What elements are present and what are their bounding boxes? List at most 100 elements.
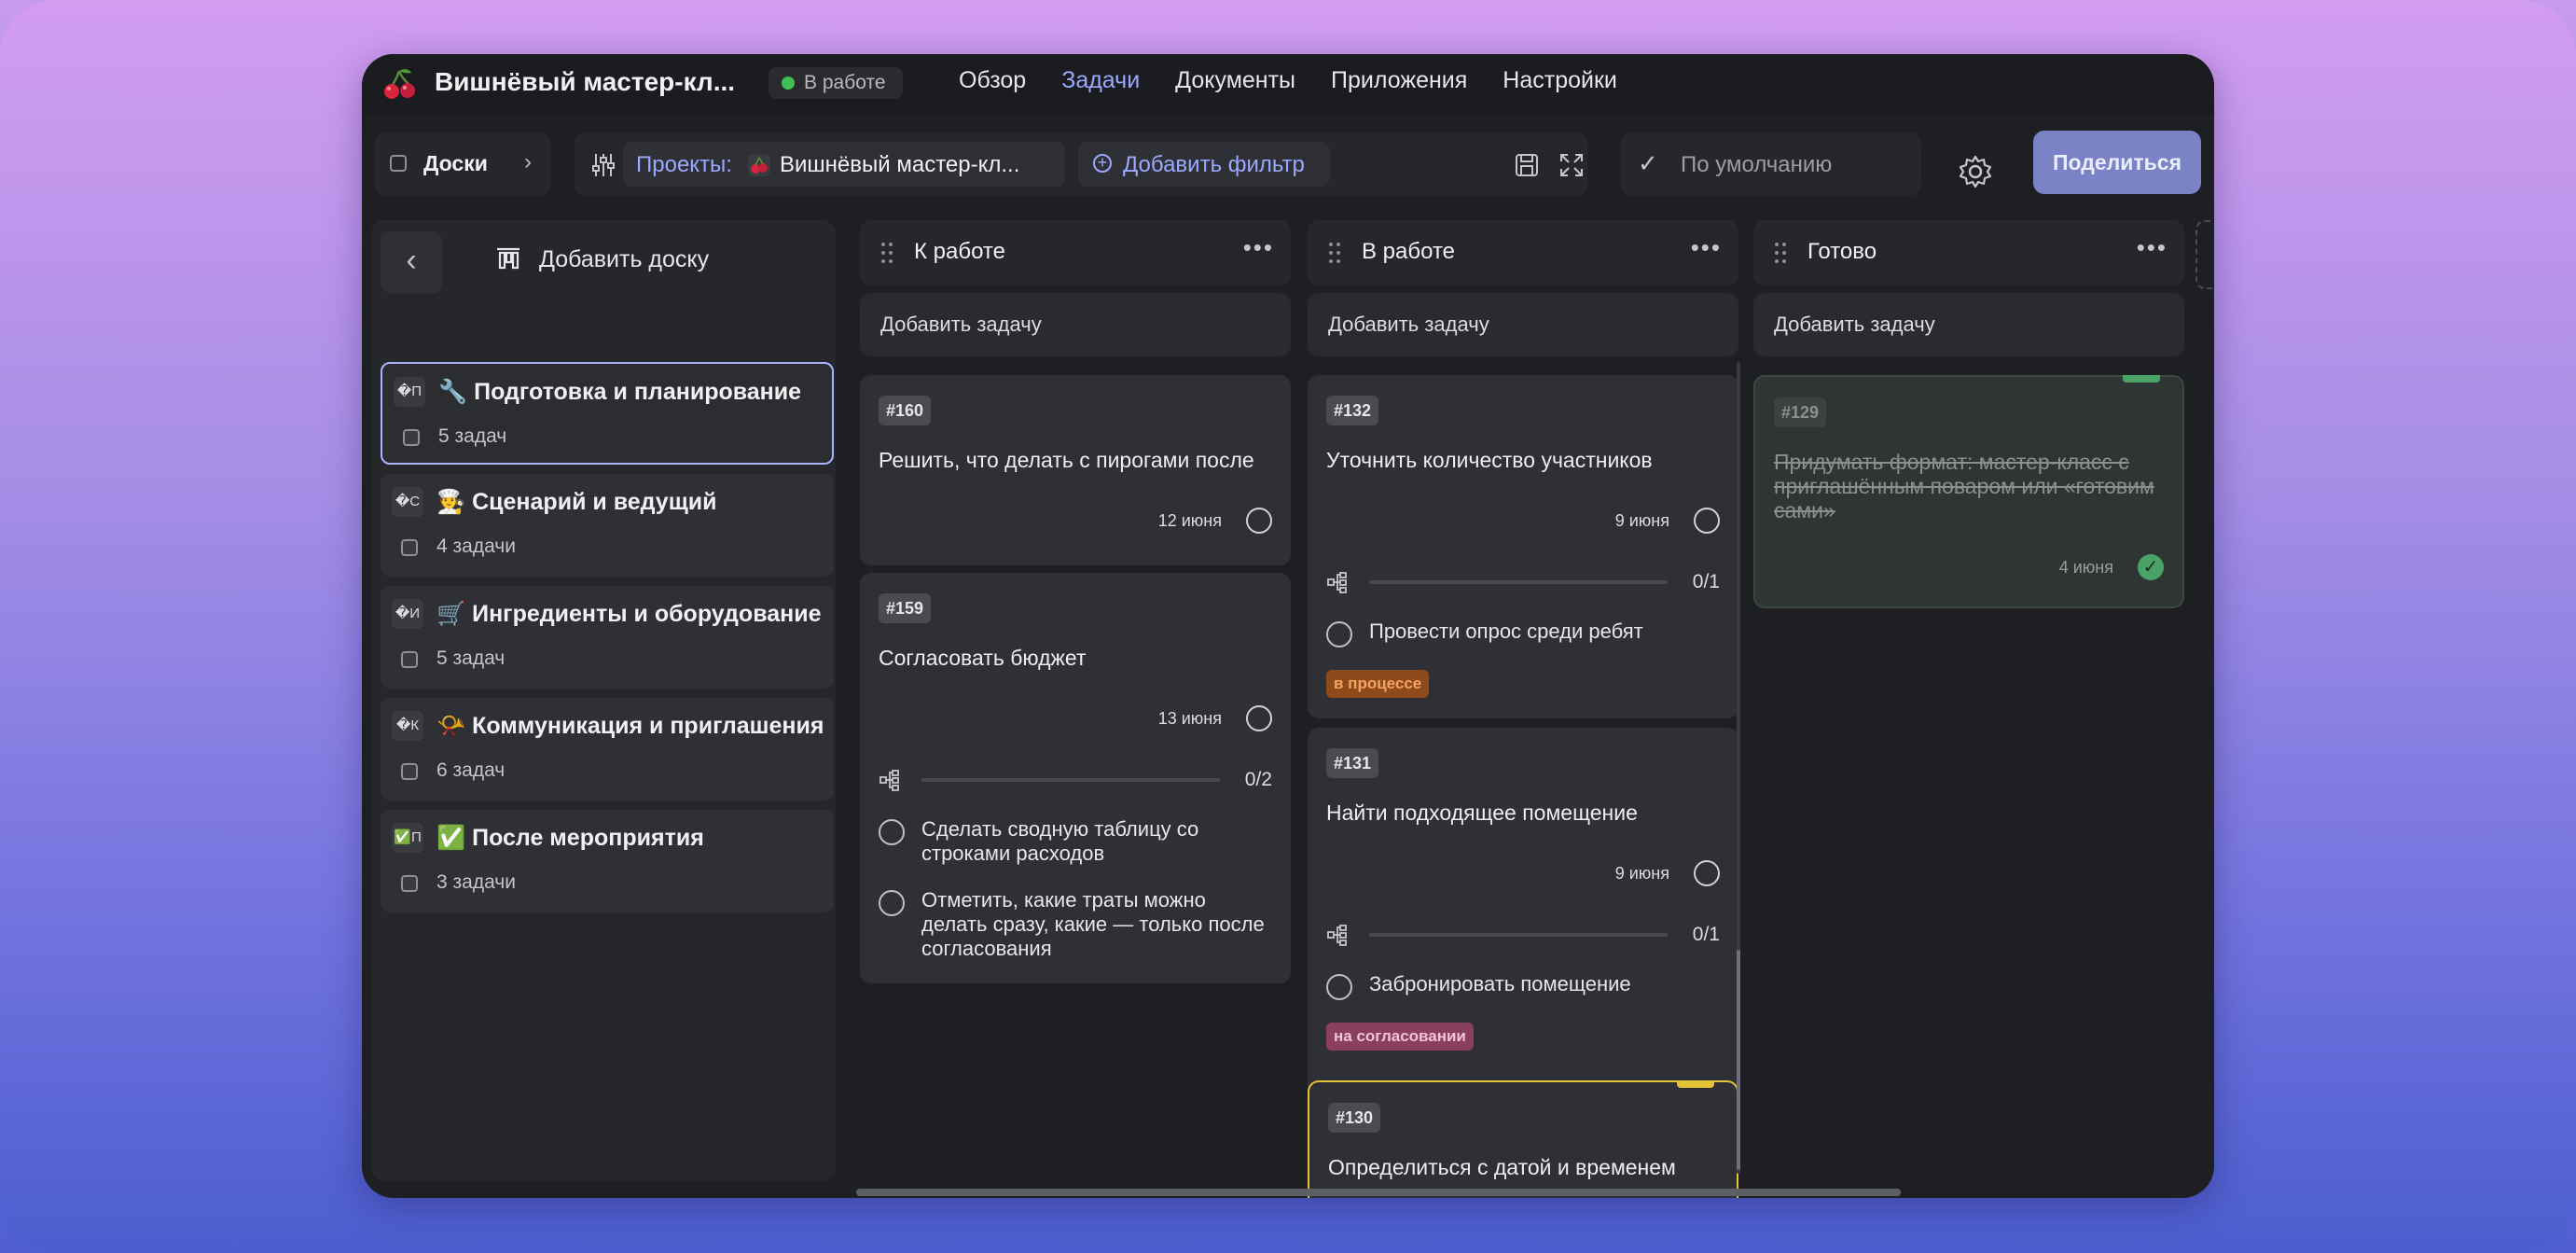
subtasks-icon bbox=[879, 770, 899, 791]
complete-checkbox[interactable] bbox=[1246, 705, 1272, 731]
boards-label: Доски bbox=[423, 151, 488, 175]
drag-handle-icon[interactable] bbox=[880, 241, 893, 265]
task-card[interactable]: #160 Решить, что делать с пирогами после… bbox=[860, 375, 1291, 565]
plus-circle-icon: + bbox=[1093, 154, 1112, 173]
board-name: 🛒 Ингредиенты и оборудование bbox=[436, 601, 822, 627]
task-id: #130 bbox=[1328, 1103, 1381, 1133]
board-badge: �И bbox=[392, 599, 423, 629]
more-icon[interactable]: ••• bbox=[1691, 233, 1722, 262]
complete-checkbox[interactable] bbox=[1694, 508, 1720, 534]
project-filter-chip[interactable]: Проекты: Вишнёвый мастер-кл... bbox=[623, 142, 1065, 187]
more-icon[interactable]: ••• bbox=[2137, 233, 2167, 262]
view-label: По умолчанию bbox=[1681, 152, 1833, 177]
column-header-todo[interactable]: К работе ••• bbox=[860, 220, 1291, 285]
task-title: Придумать формат: мастер-класс с приглаш… bbox=[1774, 450, 2154, 522]
tab-documents[interactable]: Документы bbox=[1175, 67, 1295, 94]
task-title: Согласовать бюджет bbox=[879, 646, 1087, 670]
board-badge: ✅П bbox=[392, 823, 423, 853]
collapse-sidebar-button[interactable]: ‹ bbox=[381, 231, 442, 293]
column-scrollbar[interactable] bbox=[1737, 362, 1740, 1174]
task-count-icon bbox=[403, 429, 420, 446]
task-card[interactable]: #130 Определиться с датой и временем bbox=[1308, 1080, 1738, 1198]
board-badge: �П bbox=[394, 377, 425, 407]
task-count-icon bbox=[401, 763, 418, 780]
tab-tasks[interactable]: Задачи bbox=[1061, 67, 1140, 94]
subtask-progress: 0/1 bbox=[1692, 924, 1720, 945]
drag-handle-icon[interactable] bbox=[1774, 241, 1787, 265]
main-nav: Обзор Задачи Документы Приложения Настро… bbox=[959, 67, 1617, 94]
subtask-text: Сделать сводную таблицу со строками расх… bbox=[921, 817, 1199, 865]
column-header-in-progress[interactable]: В работе ••• bbox=[1308, 220, 1738, 285]
add-filter-button[interactable]: + Добавить фильтр bbox=[1078, 142, 1330, 187]
sidebar-item-board[interactable]: �С 🧑‍🍳 Сценарий и ведущий 4 задачи bbox=[381, 474, 834, 577]
sidebar-item-board[interactable]: �И 🛒 Ингредиенты и оборудование 5 задач bbox=[381, 586, 834, 689]
completed-check-icon[interactable]: ✓ bbox=[2138, 554, 2164, 580]
subtask-progress-bar bbox=[1369, 933, 1668, 937]
task-id: #132 bbox=[1326, 396, 1379, 425]
task-card[interactable]: #131 Найти подходящее помещение 9 июня 0… bbox=[1308, 728, 1738, 1120]
board-task-count: 6 задач bbox=[436, 759, 506, 781]
sidebar-item-board[interactable]: �П 🔧 Подготовка и планирование 5 задач bbox=[381, 362, 834, 465]
status-badge[interactable]: В работе bbox=[769, 67, 903, 99]
check-mark-icon: ✅ bbox=[436, 825, 466, 851]
scrollbar-thumb[interactable] bbox=[1737, 950, 1740, 1170]
task-due-date: 4 июня bbox=[2058, 558, 2113, 577]
tab-overview[interactable]: Обзор bbox=[959, 67, 1026, 94]
task-card[interactable]: #129 Придумать формат: мастер-класс с пр… bbox=[1753, 375, 2184, 608]
subtask-checkbox[interactable] bbox=[1326, 974, 1352, 1000]
add-board-icon bbox=[497, 247, 519, 270]
status-tag[interactable]: в процессе bbox=[1326, 670, 1430, 698]
complete-checkbox[interactable] bbox=[1694, 860, 1720, 886]
task-count-icon bbox=[401, 651, 418, 668]
tab-settings[interactable]: Настройки bbox=[1503, 67, 1617, 94]
share-button[interactable]: Поделиться bbox=[2033, 131, 2201, 194]
task-due-date: 9 июня bbox=[1614, 511, 1669, 530]
filter-key: Проекты: bbox=[636, 152, 732, 177]
task-id: #160 bbox=[879, 396, 932, 425]
view-selector[interactable]: ✓ По умолчанию bbox=[1621, 132, 1921, 196]
board-badge: �С bbox=[392, 487, 423, 517]
tab-apps[interactable]: Приложения bbox=[1331, 67, 1467, 94]
priority-marker bbox=[1677, 1080, 1714, 1088]
next-column-placeholder[interactable] bbox=[2195, 220, 2214, 289]
sliders-icon[interactable] bbox=[589, 151, 617, 179]
cherry-icon bbox=[748, 154, 770, 176]
board-icon bbox=[390, 155, 407, 172]
complete-checkbox[interactable] bbox=[1246, 508, 1272, 534]
chevron-right-icon: › bbox=[524, 149, 532, 174]
task-id: #129 bbox=[1774, 397, 1827, 427]
sidebar-item-board[interactable]: �К 📯 Коммуникация и приглашения 6 задач bbox=[381, 698, 834, 801]
board-horizontal-scrollbar[interactable] bbox=[856, 1189, 1901, 1196]
status-dot-icon bbox=[782, 77, 795, 90]
column-title: К работе bbox=[914, 239, 1005, 264]
subtasks-icon bbox=[1327, 572, 1347, 593]
column-header-done[interactable]: Готово ••• bbox=[1753, 220, 2184, 285]
task-id: #131 bbox=[1326, 748, 1379, 778]
more-icon[interactable]: ••• bbox=[1243, 233, 1274, 262]
task-title: Найти подходящее помещение bbox=[1326, 801, 1638, 825]
expand-icon[interactable] bbox=[1558, 151, 1586, 179]
add-task-button[interactable]: Добавить задачу bbox=[860, 293, 1291, 356]
board-name: 🔧 Подготовка и планирование bbox=[438, 379, 802, 405]
project-title[interactable]: Вишнёвый мастер-кл... bbox=[435, 67, 735, 97]
boards-sidebar: ‹ Добавить доску �П 🔧 Подготовка и плани… bbox=[371, 220, 836, 1181]
subtask-progress: 0/1 bbox=[1692, 571, 1720, 592]
boards-button[interactable]: Доски › bbox=[375, 132, 550, 196]
add-board-button[interactable]: Добавить доску bbox=[497, 246, 709, 273]
drag-handle-icon[interactable] bbox=[1328, 241, 1341, 265]
sidebar-item-board[interactable]: ✅П ✅ После мероприятия 3 задачи bbox=[381, 810, 834, 912]
cherry-logo-icon[interactable] bbox=[381, 65, 418, 103]
subtask-checkbox[interactable] bbox=[879, 890, 905, 916]
add-task-button[interactable]: Добавить задачу bbox=[1308, 293, 1738, 356]
task-card[interactable]: #159 Согласовать бюджет 13 июня 0/2 Сдел… bbox=[860, 573, 1291, 983]
status-tag[interactable]: на согласовании bbox=[1326, 1023, 1474, 1051]
subtask-checkbox[interactable] bbox=[879, 819, 905, 845]
task-card[interactable]: #132 Уточнить количество участников 9 ию… bbox=[1308, 375, 1738, 718]
add-task-button[interactable]: Добавить задачу bbox=[1753, 293, 2184, 356]
task-count-icon bbox=[401, 539, 418, 556]
save-icon[interactable] bbox=[1513, 151, 1541, 179]
gear-icon[interactable] bbox=[1957, 153, 1994, 190]
wrench-icon: 🔧 bbox=[438, 379, 468, 405]
task-title: Решить, что делать с пирогами после bbox=[879, 448, 1254, 472]
subtask-checkbox[interactable] bbox=[1326, 621, 1352, 647]
